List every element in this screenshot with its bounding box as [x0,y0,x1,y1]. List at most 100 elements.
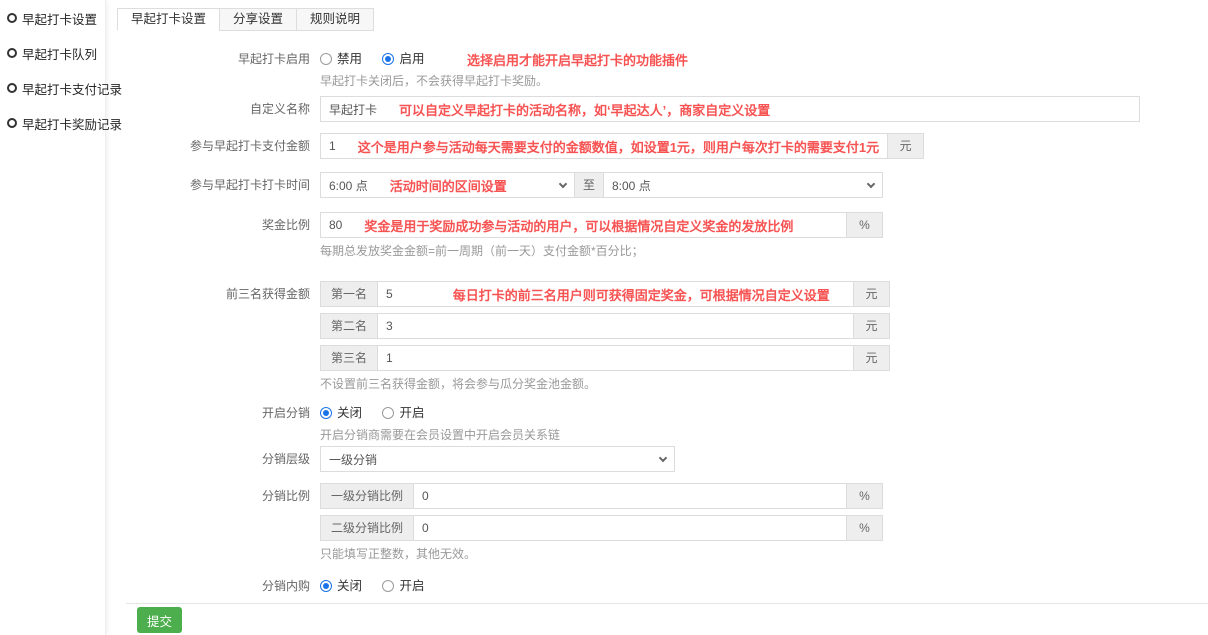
sidebar-item-payment-records[interactable]: 早起打卡支付记录 [7,78,105,98]
radio-on-icon [320,407,332,419]
sidebar: 早起打卡设置 早起打卡队列 早起打卡支付记录 早起打卡奖励记录 [0,0,106,635]
rank2-unit-addon: 元 [854,313,890,339]
bonus-hint: 奖金是用于奖励成功参与活动的用户，可以根据情况自定义奖金的发放比例 [364,216,793,235]
level-value: 一级分销 [329,451,377,468]
time-end-value: 8:00 点 [612,177,651,194]
enable-radio-disable[interactable]: 禁用 [320,50,362,68]
sidebar-item-label: 早起打卡支付记录 [22,79,122,98]
ratio-l1-input[interactable]: 0 [413,483,847,509]
radio-label: 开启 [399,404,424,422]
row-custom-name: 自定义名称 早起打卡 可以自定义早起打卡的活动名称，如‘早起达人’，商家自定义设… [117,96,1208,122]
tab-share-settings[interactable]: 分享设置 [219,8,297,31]
ring-icon [7,83,17,93]
enable-hint: 选择启用才能开启早起打卡的功能插件 [467,53,688,68]
radio-off-icon [382,580,394,592]
name-hint: 可以自定义早起打卡的活动名称，如‘早起达人’，商家自定义设置 [399,100,770,119]
row-enable: 早起打卡启用 禁用 启用 选择启用才能开启早起打卡的功能插件 早起打卡关闭后，不… [117,50,1208,88]
top3-hint: 每日打卡的前三名用户则可获得固定奖金，可根据情况自定义设置 [453,285,830,304]
row-checkin-time: 参与早起打卡打卡时间 6:00 点 活动时间的区间设置 至 8:00 点 [117,172,1208,198]
rank1-input[interactable]: 5 每日打卡的前三名用户则可获得固定奖金，可根据情况自定义设置 [377,281,854,307]
time-start-select[interactable]: 6:00 点 活动时间的区间设置 [320,172,575,198]
pay-label: 参与早起打卡支付金额 [117,133,320,159]
time-start-value: 6:00 点 [329,177,368,194]
row-inner-purchase: 分销内购 关闭 开启 [117,577,1208,597]
radio-label: 关闭 [337,404,362,422]
ratio-l1-unit-addon: % [847,483,883,509]
time-hint: 活动时间的区间设置 [390,176,507,195]
top3-help: 不设置前三名获得金额，将会参与瓜分奖金池金额。 [320,377,1208,391]
top3-row-3: 第三名 1 元 [320,345,890,371]
radio-label: 开启 [399,577,424,595]
bonus-help: 每期总发放奖金金额=前一周期（前一天）支付金额*百分比； [320,244,1208,258]
submit-button[interactable]: 提交 [137,607,182,633]
tab-rules[interactable]: 规则说明 [296,8,374,31]
rank3-input[interactable]: 1 [377,345,854,371]
bonus-value: 80 [329,218,342,232]
footer-divider [126,603,1208,604]
dist-level-select[interactable]: 一级分销 [320,446,675,472]
inner-radio-close[interactable]: 关闭 [320,577,362,595]
sidebar-item-label: 早起打卡奖励记录 [22,114,122,133]
rank3-unit-addon: 元 [854,345,890,371]
sidebar-item-checkin-settings[interactable]: 早起打卡设置 [7,8,105,28]
rank2-value: 3 [386,319,393,333]
dist-label: 开启分销 [117,404,320,422]
dist-radio-open[interactable]: 开启 [382,404,424,422]
bonus-input[interactable]: 80 奖金是用于奖励成功参与活动的用户，可以根据情况自定义奖金的发放比例 [320,212,847,238]
sidebar-item-label: 早起打卡设置 [22,9,97,28]
radio-on-icon [382,53,394,65]
ring-icon [7,13,17,23]
tab-checkin-settings[interactable]: 早起打卡设置 [117,8,220,31]
row-bonus-ratio: 奖金比例 80 奖金是用于奖励成功参与活动的用户，可以根据情况自定义奖金的发放比… [117,212,1208,258]
row-dist-level: 分销层级 一级分销 [117,446,1208,472]
pay-hint: 这个是用户参与活动每天需要支付的金额数值，如设置1元，则用户每次打卡的需要支付1… [358,137,879,156]
time-end-select[interactable]: 8:00 点 [603,172,883,198]
radio-on-icon [320,580,332,592]
radio-label: 启用 [399,50,424,68]
row-pay-amount: 参与早起打卡支付金额 1 这个是用户参与活动每天需要支付的金额数值，如设置1元，… [117,133,1208,159]
pay-unit-addon: 元 [888,133,924,159]
row-top3-amount: 前三名获得金额 第一名 5 每日打卡的前三名用户则可获得固定奖金，可根据情况自定… [117,281,1208,391]
inner-label: 分销内购 [117,577,320,595]
enable-help: 早起打卡关闭后，不会获得早起打卡奖励。 [320,74,1208,88]
inner-radio-open[interactable]: 开启 [382,577,424,595]
name-label: 自定义名称 [117,96,320,122]
dist-help: 开启分销商需要在会员设置中开启会员关系链 [320,428,1208,442]
top3-row-1: 第一名 5 每日打卡的前三名用户则可获得固定奖金，可根据情况自定义设置 元 [320,281,890,307]
enable-radio-enable[interactable]: 启用 [382,50,424,68]
chevron-down-icon [559,180,567,188]
main-content: 早起打卡设置 分享设置 规则说明 早起打卡启用 禁用 启用 选择启用才能开启早起… [117,0,1208,633]
rank1-value: 5 [386,287,393,301]
ratio-l1-addon: 一级分销比例 [320,483,413,509]
time-to-addon: 至 [575,172,603,198]
rank3-value: 1 [386,351,393,365]
tab-bar: 早起打卡设置 分享设置 规则说明 [117,0,1208,31]
top3-row-2: 第二名 3 元 [320,313,890,339]
rank2-addon: 第二名 [320,313,377,339]
ratio-l2-addon: 二级分销比例 [320,515,413,541]
ratio-help: 只能填写正整数，其他无效。 [320,547,1208,561]
time-label: 参与早起打卡打卡时间 [117,172,320,198]
rank3-addon: 第三名 [320,345,377,371]
ratio-l2-input[interactable]: 0 [413,515,847,541]
ring-icon [7,118,17,128]
ratio-label: 分销比例 [117,483,320,509]
bonus-unit-addon: % [847,212,883,238]
pay-input[interactable]: 1 这个是用户参与活动每天需要支付的金额数值，如设置1元，则用户每次打卡的需要支… [320,133,888,159]
name-input[interactable]: 早起打卡 可以自定义早起打卡的活动名称，如‘早起达人’，商家自定义设置 [320,96,1140,122]
ratio-l2-value: 0 [422,521,429,535]
top3-label: 前三名获得金额 [117,281,320,307]
rank1-addon: 第一名 [320,281,377,307]
rank2-input[interactable]: 3 [377,313,854,339]
sidebar-item-reward-records[interactable]: 早起打卡奖励记录 [7,113,105,133]
radio-off-icon [320,53,332,65]
radio-label: 关闭 [337,577,362,595]
chevron-down-icon [659,454,667,462]
ratio-row-1: 一级分销比例 0 % [320,483,883,509]
sidebar-item-label: 早起打卡队列 [22,44,97,63]
sidebar-item-checkin-queue[interactable]: 早起打卡队列 [7,43,105,63]
dist-radio-close[interactable]: 关闭 [320,404,362,422]
row-dist-ratio: 分销比例 一级分销比例 0 % 二级分销比例 0 % 只能填写正整数，其他无效。 [117,483,1208,561]
ratio-row-2: 二级分销比例 0 % [320,515,883,541]
ratio-l2-unit-addon: % [847,515,883,541]
